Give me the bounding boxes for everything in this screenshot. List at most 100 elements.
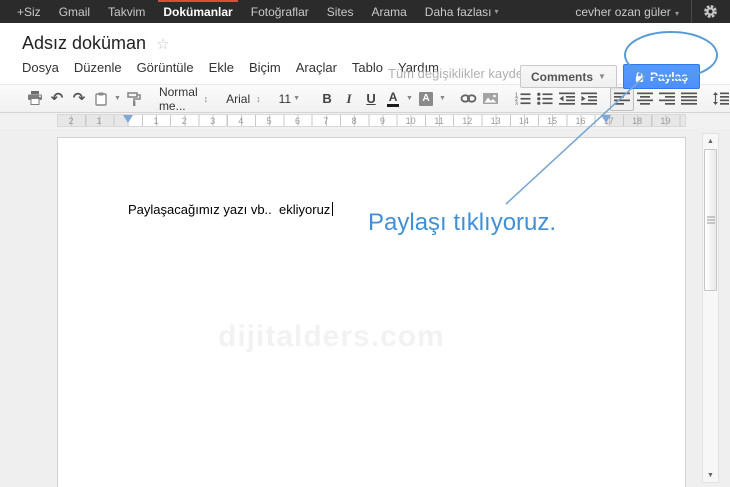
menu-ara-lar[interactable]: Araçlar — [296, 60, 337, 75]
scrollbar-grip-icon — [706, 216, 715, 224]
ruler-number: 3 — [210, 116, 216, 126]
printer-icon — [28, 91, 42, 105]
topbar-link-daha-fazlas-[interactable]: Daha fazlası — [416, 0, 508, 23]
settings-button[interactable] — [698, 0, 722, 23]
gear-icon — [703, 4, 718, 19]
justify-button[interactable] — [678, 88, 700, 110]
topbar-link-gmail[interactable]: Gmail — [50, 0, 99, 23]
increase-indent-button[interactable] — [578, 88, 600, 110]
ruler-number: 15 — [547, 116, 558, 126]
ruler-number: 5 — [266, 116, 272, 126]
line-spacing-button[interactable] — [710, 88, 730, 110]
ruler-number: 1 — [96, 116, 102, 126]
scroll-down-icon[interactable]: ▼ — [703, 468, 718, 482]
outdent-icon — [558, 92, 575, 105]
share-button[interactable]: Paylaş — [622, 64, 700, 89]
insert-link-button[interactable] — [458, 88, 480, 110]
google-bar-account: cevher ozan güler — [565, 0, 730, 23]
text-color-caret-icon[interactable]: ▼ — [406, 95, 413, 102]
topbar-link-dok-manlar[interactable]: Dokümanlar — [154, 0, 241, 23]
topbar-divider — [691, 0, 692, 23]
topbar-link-+siz[interactable]: +Siz — [8, 0, 50, 23]
star-icon[interactable]: ☆ — [156, 35, 169, 53]
ruler[interactable]: 2 1 1 2 3 4 5 6 7 8 9 10 11 12 13 14 15 16 17 18 19 — [57, 114, 686, 127]
menu-tablo[interactable]: Tablo — [352, 60, 383, 75]
bold-button[interactable]: B — [316, 88, 338, 110]
highlight-caret-icon[interactable]: ▼ — [439, 95, 446, 102]
menu-bi-im[interactable]: Biçim — [249, 60, 281, 75]
redo-button[interactable]: ↷ — [68, 88, 90, 110]
paint-format-button[interactable] — [123, 88, 145, 110]
menu-g-r-nt-le[interactable]: Görüntüle — [137, 60, 194, 75]
font-dropdown[interactable]: Arial ↕ — [222, 88, 265, 110]
ruler-number: 6 — [294, 116, 301, 126]
left-indent-marker[interactable] — [123, 115, 133, 123]
topbar-link-sites[interactable]: Sites — [318, 0, 363, 23]
svg-text:3: 3 — [515, 101, 518, 105]
document-header: Adsız doküman ☆ Dosya Düzenle Görüntüle Ekl… — [0, 23, 730, 89]
updown-arrows-icon: ↕ — [203, 93, 209, 104]
align-center-button[interactable] — [634, 88, 656, 110]
ruler-number: 12 — [462, 116, 473, 126]
justify-icon — [680, 92, 697, 105]
bullet-list-icon — [537, 92, 553, 105]
menu-ekle[interactable]: Ekle — [209, 60, 234, 75]
right-indent-marker[interactable] — [601, 115, 611, 123]
ruler-numbers: 2 1 1 2 3 4 5 6 7 8 9 10 11 12 13 14 15 16 17 18 19 — [58, 115, 685, 126]
highlight-color-button[interactable]: A — [415, 88, 437, 110]
ruler-number: 4 — [238, 116, 244, 126]
ruler-number: 7 — [323, 116, 329, 126]
decrease-indent-button[interactable] — [556, 88, 578, 110]
align-right-icon — [658, 92, 675, 105]
highlight-icon: A — [418, 91, 433, 106]
styles-value: Normal me... — [158, 84, 198, 113]
styles-dropdown[interactable]: Normal me... ↕ — [155, 84, 212, 113]
align-left-button[interactable] — [609, 86, 634, 111]
topbar-link-foto-raflar[interactable]: Fotoğraflar — [242, 0, 318, 23]
align-center-icon — [636, 92, 653, 105]
comments-button[interactable]: Comments ▼ — [520, 65, 617, 88]
header-buttons: Comments ▼ Paylaş — [520, 64, 700, 89]
numbered-list-button[interactable]: 123 — [512, 88, 534, 110]
undo-button[interactable]: ↶ — [46, 88, 68, 110]
italic-button[interactable]: I — [338, 88, 360, 110]
ruler-number: 18 — [632, 116, 643, 126]
share-label: Paylaş — [649, 69, 688, 84]
clipboard-caret-icon[interactable]: ▼ — [114, 95, 121, 102]
font-size-dropdown[interactable]: 11 ▼ — [275, 88, 306, 110]
insert-image-button[interactable] — [480, 88, 502, 110]
ruler-row: 2 1 1 2 3 4 5 6 7 8 9 10 11 12 13 14 15 16 17 18 19 — [0, 113, 730, 129]
image-icon — [483, 93, 499, 104]
watermark-text: dijitalders.com — [218, 320, 445, 353]
ruler-number: 14 — [518, 116, 529, 126]
text-cursor — [332, 202, 334, 216]
underline-button[interactable]: U — [360, 88, 382, 110]
vertical-scrollbar[interactable]: ▲ ▼ — [702, 133, 719, 483]
font-size-value: 11 — [278, 91, 292, 106]
print-button[interactable] — [24, 88, 46, 110]
document-page[interactable]: Paylaşacağımız yazı vb.. ekliyoruz dijit… — [57, 137, 686, 487]
link-icon — [460, 94, 477, 103]
google-bar-nav: +Siz Gmail Takvim Dokümanlar Fotoğraflar Site… — [0, 0, 508, 23]
google-docs-window: +Siz Gmail Takvim Dokümanlar Fotoğraflar Site… — [0, 0, 730, 487]
indent-icon — [580, 92, 597, 105]
ruler-number: 10 — [405, 116, 416, 126]
scroll-up-icon[interactable]: ▲ — [703, 134, 718, 148]
web-clipboard-button[interactable] — [90, 88, 112, 110]
menu-d-zenle[interactable]: Düzenle — [74, 60, 122, 75]
scrollbar-thumb[interactable] — [704, 149, 717, 291]
document-text[interactable]: Paylaşacağımız yazı vb.. ekliyoruz — [128, 202, 334, 217]
ruler-number: 16 — [575, 116, 586, 126]
menu-dosya[interactable]: Dosya — [22, 60, 59, 75]
bullet-list-button[interactable] — [534, 88, 556, 110]
topbar-link-arama[interactable]: Arama — [362, 0, 415, 23]
text-color-button[interactable]: A — [382, 88, 404, 110]
ruler-number: 8 — [351, 116, 357, 126]
topbar-link-takvim[interactable]: Takvim — [99, 0, 154, 23]
align-right-button[interactable] — [656, 88, 678, 110]
document-title[interactable]: Adsız doküman — [22, 33, 146, 54]
updown-arrows-icon: ↕ — [256, 93, 261, 104]
account-menu[interactable]: cevher ozan güler — [565, 5, 689, 19]
ruler-number: 19 — [660, 116, 671, 126]
ruler-number: 13 — [490, 116, 501, 126]
